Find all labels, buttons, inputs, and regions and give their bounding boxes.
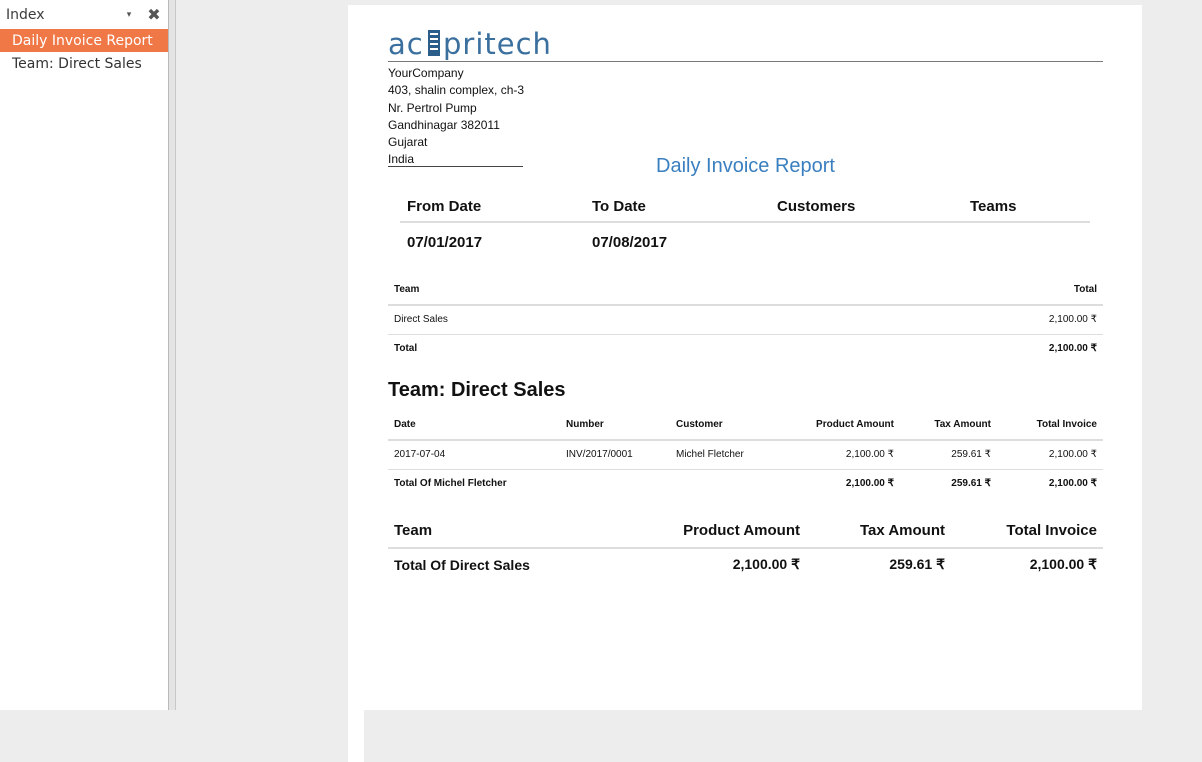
- filter-header-customers: Customers: [777, 198, 856, 215]
- team-section-title: Team: Direct Sales: [388, 379, 566, 401]
- header-divider: [388, 61, 1103, 62]
- team-total-tax: 259.61 ₹: [889, 556, 945, 572]
- team-detail-wrap: Date Number Customer Product Amount Tax …: [388, 410, 1103, 498]
- index-header: Index ▾ ✖: [0, 0, 168, 29]
- cell-tax-amount: 259.61 ₹: [900, 440, 997, 470]
- total-header-team: Team: [388, 514, 668, 549]
- col-header-number: Number: [560, 410, 670, 441]
- summary-total-label: Total: [394, 343, 418, 355]
- cell-total-invoice: 2,100.00 ₹: [997, 440, 1103, 470]
- index-item-label: Daily Invoice Report: [12, 32, 153, 49]
- document-page: ac pritech YourCompany 403, shalin compl…: [348, 5, 1142, 710]
- total-header-tax-amount: Tax Amount: [806, 514, 951, 549]
- subtotal-label: Total Of Michel Fletcher: [394, 478, 507, 490]
- filter-header-teams: Teams: [970, 198, 1017, 215]
- index-title: Index: [6, 6, 45, 23]
- summary-team: Direct Sales: [388, 305, 763, 335]
- team-total-total: 2,100.00 ₹: [1029, 556, 1097, 572]
- cell-date: 2017-07-04: [388, 440, 560, 470]
- company-street2: Nr. Pertrol Pump: [388, 100, 477, 115]
- company-state: Gujarat: [388, 135, 428, 150]
- team-total-product: 2,100.00 ₹: [732, 556, 800, 572]
- col-header-date: Date: [388, 410, 560, 441]
- team-total-table: Team Product Amount Tax Amount Total Inv…: [388, 514, 1103, 580]
- team-total-wrap: Team Product Amount Tax Amount Total Inv…: [388, 514, 1103, 580]
- subtotal-tax: 259.61 ₹: [951, 478, 991, 490]
- company-city-zip: Gandhinagar 382011: [388, 117, 500, 132]
- index-item-daily-invoice-report[interactable]: Daily Invoice Report 1: [0, 29, 364, 739]
- summary-header-team: Team: [388, 275, 763, 306]
- summary-table-wrap: Team Total Direct Sales 2,100.00 ₹ Total…: [388, 275, 1103, 363]
- subtotal-total: 2,100.00 ₹: [1048, 478, 1097, 490]
- customer-subtotal-row: Total Of Michel Fletcher 2,100.00 ₹ 259.…: [388, 469, 1103, 498]
- table-row: Direct Sales 2,100.00 ₹: [388, 305, 1103, 335]
- cell-customer: Michel Fletcher: [670, 440, 800, 470]
- col-header-tax-amount: Tax Amount: [900, 410, 997, 441]
- report-filters: From Date To Date Customers Teams 07/01/…: [400, 192, 1090, 261]
- report-title: Daily Invoice Report: [656, 155, 835, 177]
- col-header-product-amount: Product Amount: [800, 410, 900, 441]
- filter-value-from-date: 07/01/2017: [407, 233, 483, 251]
- index-item-label: Team: Direct Sales: [12, 55, 142, 72]
- col-header-total-invoice: Total Invoice: [997, 410, 1103, 441]
- close-icon[interactable]: ✖: [140, 5, 168, 24]
- chevron-down-icon[interactable]: ▾: [118, 10, 140, 20]
- cell-number: INV/2017/0001: [560, 440, 670, 470]
- team-total-row: Total Of Direct Sales 2,100.00 ₹ 259.61 …: [388, 548, 1103, 580]
- logo-book-icon: [428, 30, 440, 56]
- team-total-label: Total Of Direct Sales: [394, 556, 530, 573]
- logo-text-part2: pritech: [443, 27, 552, 61]
- logo-text-part1: ac: [388, 27, 424, 61]
- index-sidebar: Index ▾ ✖ Daily Invoice Report 1 Team: D…: [0, 0, 364, 762]
- total-header-product-amount: Product Amount: [668, 514, 806, 549]
- filter-value-to-date: 07/08/2017: [592, 233, 668, 251]
- summary-table: Team Total Direct Sales 2,100.00 ₹ Total…: [388, 275, 1103, 363]
- summary-total-row: Total 2,100.00 ₹: [388, 334, 1103, 363]
- cell-product-amount: 2,100.00 ₹: [800, 440, 900, 470]
- filter-header-from-date: From Date: [407, 198, 482, 215]
- team-detail-table: Date Number Customer Product Amount Tax …: [388, 410, 1103, 498]
- subtotal-product: 2,100.00 ₹: [845, 478, 894, 490]
- company-logo: ac pritech: [388, 22, 588, 62]
- col-header-customer: Customer: [670, 410, 800, 441]
- table-row: 2017-07-04 INV/2017/0001 Michel Fletcher…: [388, 440, 1103, 470]
- index-item-team-direct-sales[interactable]: Team: Direct Sales 1: [0, 52, 364, 762]
- company-address: YourCompany 403, shalin complex, ch-3 Nr…: [388, 65, 524, 169]
- filter-header-to-date: To Date: [592, 198, 646, 215]
- company-street: 403, shalin complex, ch-3: [388, 83, 525, 98]
- summary-total-value: 2,100.00 ₹: [1048, 343, 1097, 355]
- total-header-total-invoice: Total Invoice: [951, 514, 1103, 549]
- sidebar-splitter[interactable]: [169, 0, 176, 710]
- company-name: YourCompany: [388, 66, 464, 80]
- summary-header-total: Total: [762, 275, 1103, 306]
- summary-total: 2,100.00 ₹: [762, 305, 1103, 335]
